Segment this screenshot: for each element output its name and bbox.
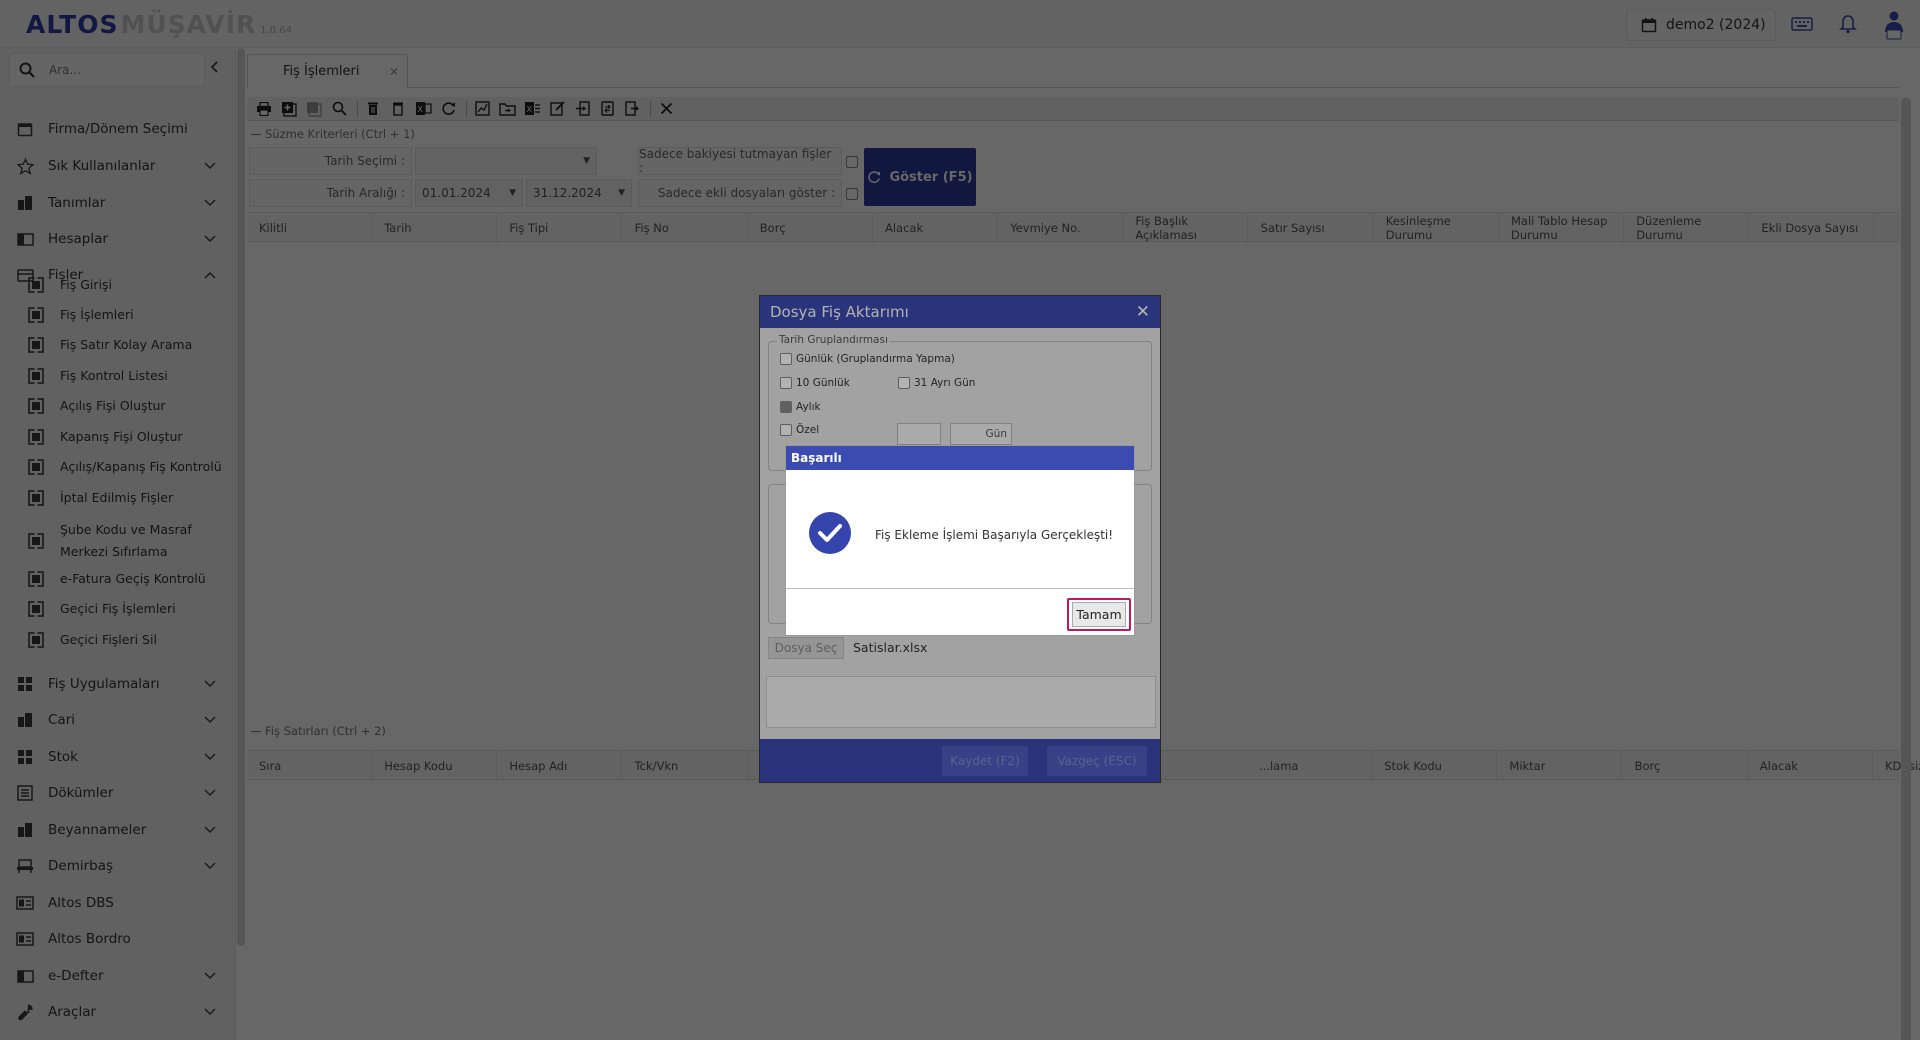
success-dialog: Başarılı Fiş Ekleme İşlemi Başarıyla Ger… [785,445,1135,636]
divider [786,588,1134,589]
success-message: Fiş Ekleme İşlemi Başarıyla Gerçekleşti! [875,528,1114,542]
check-circle-icon [809,512,851,554]
success-dialog-title: Başarılı [791,451,842,465]
ok-button-focus-ring: Tamam [1067,598,1131,631]
ok-button[interactable]: Tamam [1072,602,1126,627]
success-dialog-header: Başarılı [786,446,1134,470]
